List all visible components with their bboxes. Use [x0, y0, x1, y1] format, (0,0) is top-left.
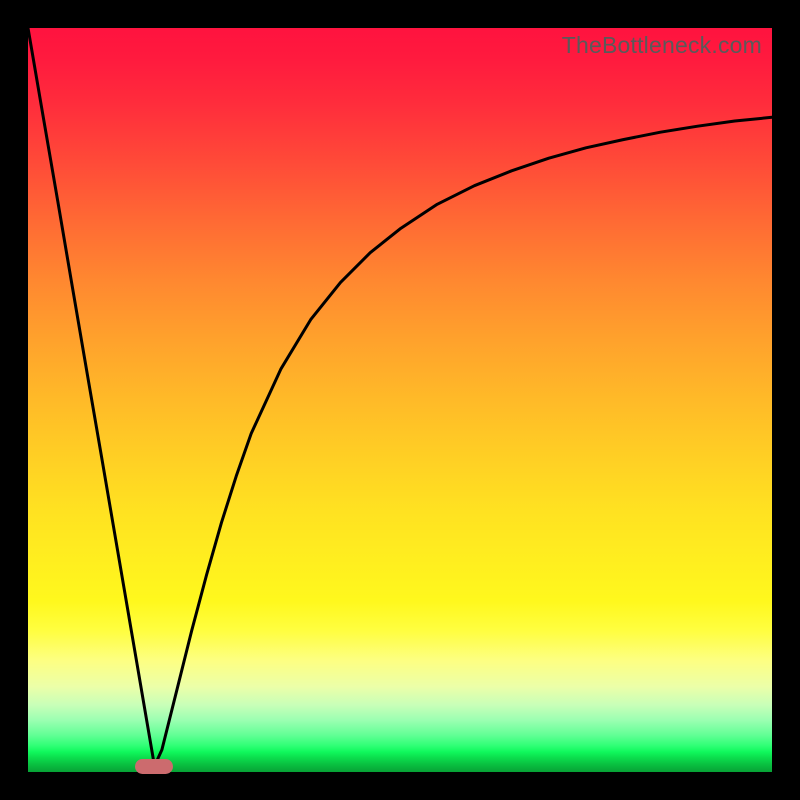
minimum-marker [135, 759, 173, 774]
bottleneck-curve-path [28, 28, 772, 766]
plot-area: TheBottleneck.com [28, 28, 772, 772]
chart-frame: TheBottleneck.com [0, 0, 800, 800]
curve-svg [28, 28, 772, 772]
